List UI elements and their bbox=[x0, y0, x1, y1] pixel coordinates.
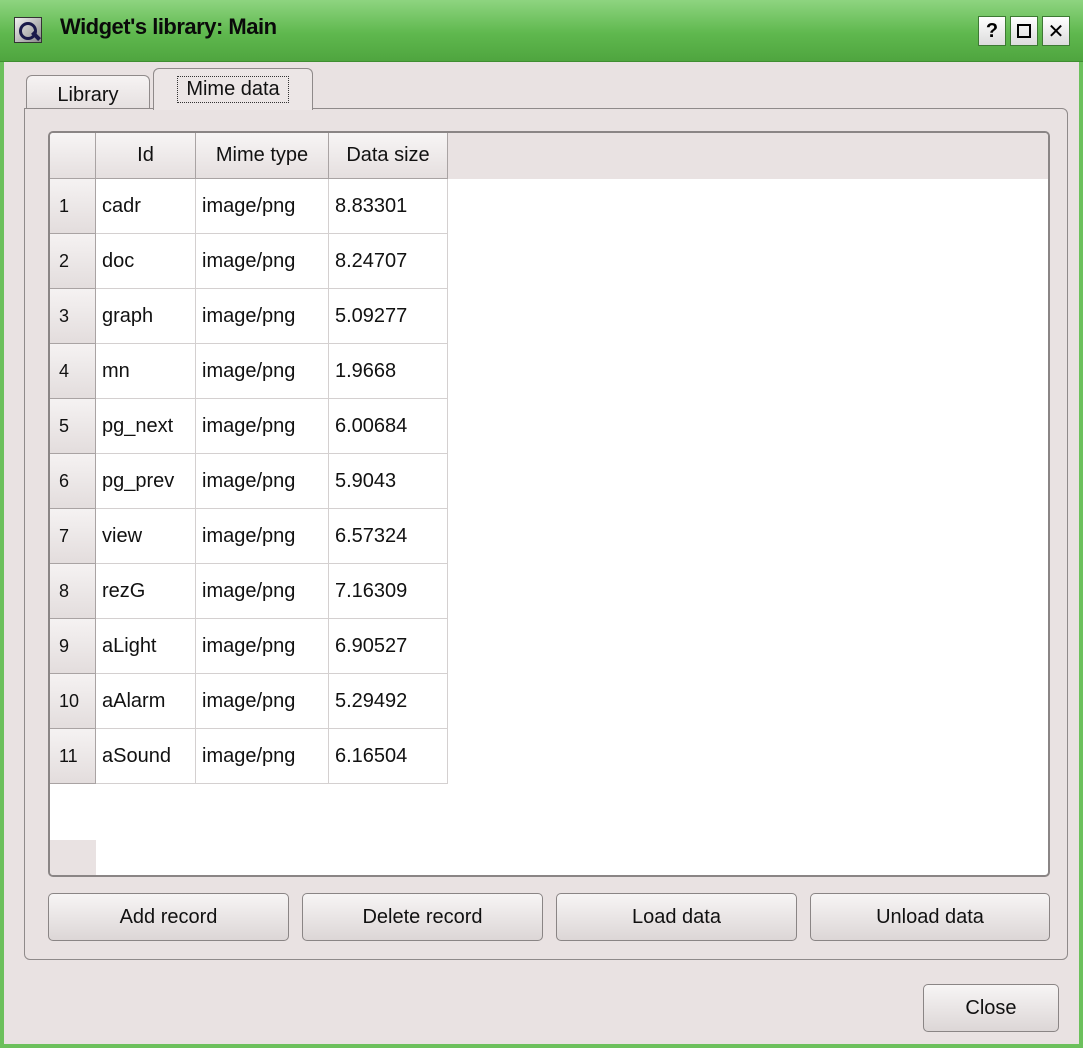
maximize-icon bbox=[1017, 24, 1031, 38]
cell-id[interactable]: view bbox=[96, 509, 196, 564]
title-bar[interactable]: Widget's library: Main ? ✕ bbox=[0, 0, 1083, 62]
cell-mime-type[interactable]: image/png bbox=[196, 454, 329, 509]
table-corner-button[interactable] bbox=[50, 133, 96, 179]
cell-data-size[interactable]: 6.16504 bbox=[329, 729, 448, 784]
load-data-button[interactable]: Load data bbox=[556, 893, 797, 941]
table-row[interactable]: 5 pg_next image/png 6.00684 bbox=[50, 399, 448, 454]
cell-id[interactable]: pg_next bbox=[96, 399, 196, 454]
delete-record-button[interactable]: Delete record bbox=[302, 893, 543, 941]
column-header-mime-type[interactable]: Mime type bbox=[196, 133, 329, 179]
cell-data-size[interactable]: 8.83301 bbox=[329, 179, 448, 234]
cell-mime-type[interactable]: image/png bbox=[196, 564, 329, 619]
cell-mime-type[interactable]: image/png bbox=[196, 729, 329, 784]
cell-id[interactable]: pg_prev bbox=[96, 454, 196, 509]
cell-id[interactable]: aSound bbox=[96, 729, 196, 784]
cell-mime-type[interactable]: image/png bbox=[196, 234, 329, 289]
cell-mime-type[interactable]: image/png bbox=[196, 179, 329, 234]
row-header[interactable]: 6 bbox=[50, 454, 96, 509]
cell-id[interactable]: cadr bbox=[96, 179, 196, 234]
table-row[interactable]: 8 rezG image/png 7.16309 bbox=[50, 564, 448, 619]
row-header[interactable]: 3 bbox=[50, 289, 96, 344]
cell-data-size[interactable]: 5.9043 bbox=[329, 454, 448, 509]
table-header: Id Mime type Data size bbox=[50, 133, 1048, 179]
add-record-button[interactable]: Add record bbox=[48, 893, 289, 941]
cell-id[interactable]: aLight bbox=[96, 619, 196, 674]
row-header[interactable]: 10 bbox=[50, 674, 96, 729]
cell-mime-type[interactable]: image/png bbox=[196, 289, 329, 344]
table-row[interactable]: 6 pg_prev image/png 5.9043 bbox=[50, 454, 448, 509]
row-header[interactable]: 7 bbox=[50, 509, 96, 564]
cell-mime-type[interactable]: image/png bbox=[196, 399, 329, 454]
row-header[interactable]: 11 bbox=[50, 729, 96, 784]
row-header[interactable]: 1 bbox=[50, 179, 96, 234]
cell-mime-type[interactable]: image/png bbox=[196, 674, 329, 729]
row-header[interactable]: 4 bbox=[50, 344, 96, 399]
cell-data-size[interactable]: 6.00684 bbox=[329, 399, 448, 454]
cell-data-size[interactable]: 6.57324 bbox=[329, 509, 448, 564]
row-header[interactable]: 9 bbox=[50, 619, 96, 674]
table-row[interactable]: 10 aAlarm image/png 5.29492 bbox=[50, 674, 448, 729]
cell-data-size[interactable]: 7.16309 bbox=[329, 564, 448, 619]
cell-mime-type[interactable]: image/png bbox=[196, 344, 329, 399]
row-header[interactable]: 2 bbox=[50, 234, 96, 289]
window-title: Widget's library: Main bbox=[60, 14, 277, 39]
cell-mime-type[interactable]: image/png bbox=[196, 619, 329, 674]
cell-data-size[interactable]: 5.29492 bbox=[329, 674, 448, 729]
table-row[interactable]: 2 doc image/png 8.24707 bbox=[50, 234, 448, 289]
cell-id[interactable]: mn bbox=[96, 344, 196, 399]
row-header-gutter bbox=[50, 840, 96, 875]
help-button[interactable]: ? bbox=[978, 16, 1006, 46]
table-row[interactable]: 4 mn image/png 1.9668 bbox=[50, 344, 448, 399]
cell-mime-type[interactable]: image/png bbox=[196, 509, 329, 564]
column-header-id[interactable]: Id bbox=[96, 133, 196, 179]
row-header[interactable]: 8 bbox=[50, 564, 96, 619]
cell-data-size[interactable]: 8.24707 bbox=[329, 234, 448, 289]
table-row[interactable]: 11 aSound image/png 6.16504 bbox=[50, 729, 448, 784]
cell-data-size[interactable]: 1.9668 bbox=[329, 344, 448, 399]
table-row[interactable]: 1 cadr image/png 8.83301 bbox=[50, 179, 448, 234]
cell-id[interactable]: rezG bbox=[96, 564, 196, 619]
tab-mime-data-label: Mime data bbox=[177, 76, 289, 103]
cell-data-size[interactable]: 6.90527 bbox=[329, 619, 448, 674]
row-header[interactable]: 5 bbox=[50, 399, 96, 454]
cell-data-size[interactable]: 5.09277 bbox=[329, 289, 448, 344]
maximize-button[interactable] bbox=[1010, 16, 1038, 46]
table-row[interactable]: 3 graph image/png 5.09277 bbox=[50, 289, 448, 344]
column-header-data-size[interactable]: Data size bbox=[329, 133, 448, 179]
cell-id[interactable]: doc bbox=[96, 234, 196, 289]
tab-mime-data[interactable]: Mime data bbox=[153, 68, 313, 110]
mime-data-table[interactable]: Id Mime type Data size 1 cadr image/png 8.8… bbox=[48, 131, 1050, 877]
close-button[interactable]: Close bbox=[923, 984, 1059, 1032]
table-row[interactable]: 9 aLight image/png 6.90527 bbox=[50, 619, 448, 674]
close-window-button[interactable]: ✕ bbox=[1042, 16, 1070, 46]
cell-id[interactable]: graph bbox=[96, 289, 196, 344]
cell-id[interactable]: aAlarm bbox=[96, 674, 196, 729]
table-row[interactable]: 7 view image/png 6.57324 bbox=[50, 509, 448, 564]
unload-data-button[interactable]: Unload data bbox=[810, 893, 1050, 941]
app-icon bbox=[14, 17, 42, 43]
